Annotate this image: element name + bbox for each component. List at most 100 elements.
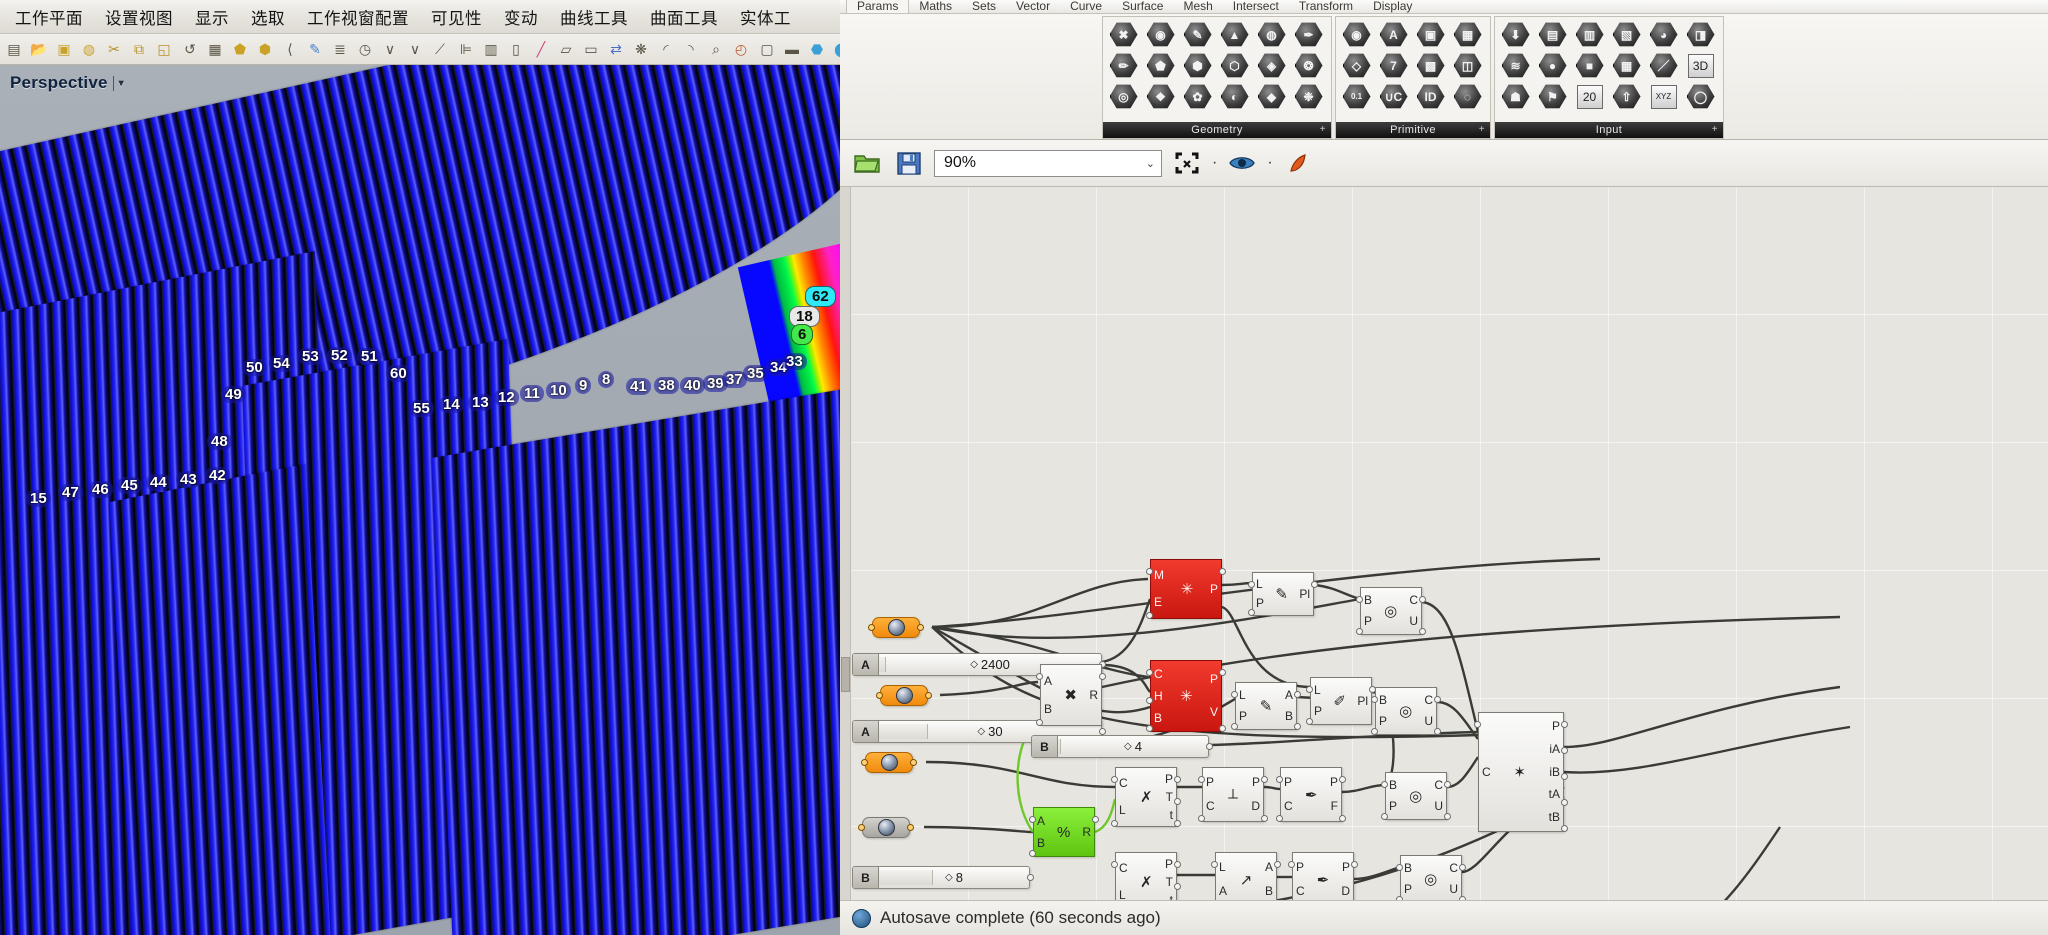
output-port[interactable] xyxy=(1339,776,1346,783)
component-icon[interactable]: ▦ xyxy=(1449,19,1486,50)
tab-mesh[interactable]: Mesh xyxy=(1173,0,1222,13)
component-icon[interactable]: ▣ xyxy=(1412,19,1449,50)
output-port[interactable] xyxy=(1294,723,1301,730)
component-icon[interactable]: ◉ xyxy=(1142,19,1179,50)
component-icon[interactable]: ⇧ xyxy=(1608,81,1645,112)
chevron-down-icon[interactable]: ⌄ xyxy=(1146,157,1155,170)
slider-b-4[interactable]: B ◇ 4 xyxy=(1031,735,1213,758)
input-port[interactable] xyxy=(1111,861,1118,868)
component-icon[interactable]: ❂ xyxy=(1290,50,1327,81)
input-port[interactable] xyxy=(1356,628,1363,635)
comp-clpt-1[interactable]: C L ✗ P Tt xyxy=(1111,767,1181,827)
output-port[interactable] xyxy=(1174,798,1181,805)
comp-cross-r[interactable]: A B ✖ R xyxy=(1036,664,1106,726)
input-port[interactable] xyxy=(1198,815,1205,822)
component-icon[interactable]: 3D xyxy=(1682,50,1719,81)
tab-transform[interactable]: Transform xyxy=(1289,0,1363,13)
bar-chart-icon[interactable]: ▥ xyxy=(479,37,503,61)
output-port[interactable] xyxy=(1261,815,1268,822)
rhino-viewport[interactable]: Perspective ▾ 15 47 46 45 44 43 42 48 49 50 54 53 52… xyxy=(0,65,840,935)
output-port[interactable] xyxy=(1099,673,1106,680)
component-icon[interactable]: ▤ xyxy=(1534,19,1571,50)
input-port[interactable] xyxy=(1306,686,1313,693)
grasshopper-canvas[interactable]: A◇2400A◇30B◇4B◇8Radius◇9ME✳PCHB✳PVAB✖RLP… xyxy=(840,187,2048,900)
input-port[interactable] xyxy=(1396,864,1403,871)
print-icon[interactable]: ◍ xyxy=(77,37,101,61)
book-icon[interactable]: ▯ xyxy=(504,37,528,61)
tab-intersect[interactable]: Intersect xyxy=(1223,0,1289,13)
note-icon[interactable]: ▱ xyxy=(554,37,578,61)
ribbon-group-expand-icon[interactable]: + xyxy=(1479,122,1485,138)
flow-icon[interactable]: ⇄ xyxy=(604,37,628,61)
input-port[interactable] xyxy=(861,759,868,766)
canvas-vertical-scrollbar[interactable] xyxy=(840,187,851,900)
tab-vector[interactable]: Vector xyxy=(1006,0,1060,13)
component-icon[interactable]: ◉ xyxy=(1338,19,1375,50)
component-icon[interactable]: 0.1 xyxy=(1338,81,1375,112)
input-port[interactable] xyxy=(1111,820,1118,827)
zoom-level-select[interactable]: 90% ⌄ xyxy=(934,149,1162,177)
input-port[interactable] xyxy=(1356,596,1363,603)
menu-item-viewport-layout[interactable]: 工作视窗配置 xyxy=(296,2,420,32)
input-port[interactable] xyxy=(1248,581,1255,588)
tab-curve[interactable]: Curve xyxy=(1060,0,1112,13)
ribbon-group-expand-icon[interactable]: + xyxy=(1712,122,1718,138)
pen-icon[interactable]: ✎ xyxy=(303,37,327,61)
line-icon[interactable]: ╱ xyxy=(529,37,553,61)
output-port[interactable] xyxy=(1561,773,1568,780)
component-icon[interactable]: ▧ xyxy=(1608,19,1645,50)
comp-lpab[interactable]: L P ✎ A B xyxy=(1231,682,1301,730)
bird-profiler-icon[interactable] xyxy=(1281,147,1315,179)
curve-angle-icon[interactable]: ⟋ xyxy=(428,37,452,61)
input-port[interactable] xyxy=(1211,861,1218,868)
input-port[interactable] xyxy=(1306,718,1313,725)
component-icon[interactable]: ◕ xyxy=(1645,19,1682,50)
chevron-down-icon[interactable]: ▾ xyxy=(119,78,124,89)
ortho-icon[interactable]: ⬟ xyxy=(228,37,252,61)
output-port[interactable] xyxy=(1419,628,1426,635)
cut-icon[interactable]: ✂ xyxy=(102,37,126,61)
dash-icon[interactable]: ▬ xyxy=(780,37,804,61)
menu-item-curve-tools[interactable]: 曲线工具 xyxy=(549,2,639,32)
output-port[interactable] xyxy=(1419,596,1426,603)
output-port[interactable] xyxy=(1099,728,1106,735)
output-port[interactable] xyxy=(1174,776,1181,783)
param-geometry-4[interactable] xyxy=(858,817,914,838)
component-icon[interactable]: ◫ xyxy=(1449,50,1486,81)
rectangle-icon[interactable]: ▭ xyxy=(579,37,603,61)
input-port[interactable] xyxy=(1036,719,1043,726)
component-icon[interactable]: ■ xyxy=(1571,50,1608,81)
menu-item-workplane[interactable]: 工作平面 xyxy=(4,2,94,32)
input-port[interactable] xyxy=(868,624,875,631)
input-port[interactable] xyxy=(1371,728,1378,735)
input-port[interactable] xyxy=(1381,781,1388,788)
input-port[interactable] xyxy=(1029,850,1036,857)
tab-sets[interactable]: Sets xyxy=(962,0,1006,13)
comp-clpt-2[interactable]: C L ✗ P Tt xyxy=(1111,852,1181,900)
component-icon[interactable]: ✿ xyxy=(1179,81,1216,112)
output-port[interactable] xyxy=(1311,581,1318,588)
component-icon[interactable]: ◍ xyxy=(1253,19,1290,50)
menu-item-transform[interactable]: 变动 xyxy=(493,2,549,32)
output-port[interactable] xyxy=(1444,813,1451,820)
output-port[interactable] xyxy=(1561,747,1568,754)
menu-item-surface-tools[interactable]: 曲面工具 xyxy=(639,2,729,32)
component-icon[interactable]: ⬡ xyxy=(1216,50,1253,81)
component-icon[interactable]: 7 xyxy=(1375,50,1412,81)
copy-icon[interactable]: ⧉ xyxy=(127,37,151,61)
input-port[interactable] xyxy=(1146,612,1153,619)
comp-ptf-1[interactable]: P C ✒ P F xyxy=(1276,767,1346,822)
component-icon[interactable]: ∪C xyxy=(1375,81,1412,112)
component-icon[interactable]: ◐ xyxy=(1216,81,1253,112)
zoom-icon[interactable]: ⌕ xyxy=(704,37,728,61)
input-port[interactable] xyxy=(1029,816,1036,823)
output-port[interactable] xyxy=(1434,696,1441,703)
comp-green-ab[interactable]: A B% R xyxy=(1029,807,1099,857)
eye-preview-icon[interactable] xyxy=(1225,147,1259,179)
osnap-icon[interactable]: ⟨ xyxy=(278,37,302,61)
history-icon[interactable]: ◴ xyxy=(729,37,753,61)
input-port[interactable] xyxy=(1276,776,1283,783)
curve-v-icon[interactable]: ∨ xyxy=(378,37,402,61)
component-icon[interactable]: ◈ xyxy=(1253,50,1290,81)
input-port[interactable] xyxy=(1111,776,1118,783)
